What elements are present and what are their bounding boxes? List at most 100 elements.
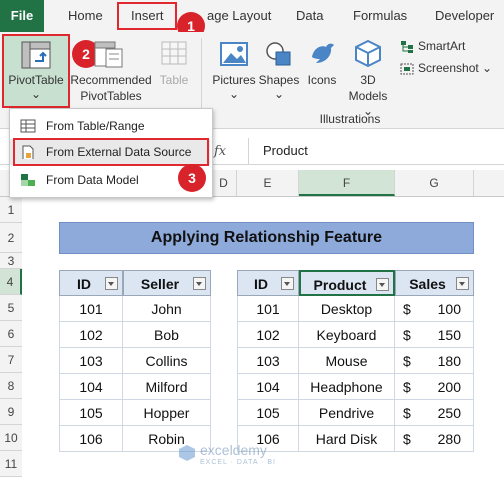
ribbon-tab-bar: File Home Insert 1 age Layout Data Formu… — [0, 0, 504, 40]
tab-file[interactable]: File — [0, 0, 44, 32]
filter-dropdown-icon[interactable] — [376, 278, 389, 291]
cell-value: Collins — [145, 353, 188, 369]
table-cell[interactable]: 102 — [237, 322, 299, 348]
3d-label: 3D — [360, 73, 376, 87]
illustrations-group-label: Illustrations — [319, 112, 381, 126]
table-range-icon — [20, 119, 36, 133]
menu-item-label: From Table/Range — [46, 119, 145, 133]
tab-developer[interactable]: Developer — [435, 0, 494, 32]
table-cell[interactable]: 106 — [59, 426, 123, 452]
filter-dropdown-icon[interactable] — [105, 277, 118, 290]
fx-icon[interactable]: fx — [214, 144, 226, 159]
shapes-button[interactable]: Shapes ⌄ — [256, 35, 302, 107]
column-header-e[interactable]: E — [237, 170, 299, 196]
pictures-button[interactable]: Pictures ⌄ — [208, 35, 260, 107]
table-cell[interactable]: $250 — [395, 400, 474, 426]
row-header-9[interactable]: 9 — [0, 399, 22, 425]
sheet-title: Applying Relationship Feature — [59, 222, 474, 254]
tab-home[interactable]: Home — [68, 0, 103, 32]
filter-dropdown-icon[interactable] — [456, 277, 469, 290]
currency-symbol: $ — [403, 301, 411, 317]
chevron-down-icon: ⌄ — [273, 87, 285, 101]
column-header-f[interactable]: F — [299, 170, 395, 196]
step-badge-3: 3 — [178, 164, 206, 192]
table-cell[interactable]: 101 — [59, 296, 123, 322]
table-cell[interactable]: $180 — [395, 348, 474, 374]
header-label: Seller — [140, 276, 180, 292]
bird-icon — [312, 43, 334, 63]
table-cell[interactable]: Keyboard — [299, 322, 395, 348]
row-header-10[interactable]: 10 — [0, 425, 22, 451]
table-cell[interactable]: Collins — [123, 348, 211, 374]
row-header-6[interactable]: 6 — [0, 321, 22, 347]
table-cell[interactable]: 104 — [237, 374, 299, 400]
table-button[interactable]: Table — [152, 35, 196, 107]
table-header-cell[interactable]: ID — [237, 270, 299, 296]
tab-page-layout[interactable]: age Layout — [207, 0, 271, 32]
table-cell[interactable]: Hopper — [123, 400, 211, 426]
smartart-button[interactable]: SmartArt — [398, 38, 498, 56]
3d-models-button[interactable]: 3D Models ⌄ — [342, 35, 394, 118]
tab-data[interactable]: Data — [296, 0, 323, 32]
recommended-pivottables-button[interactable]: Recommended PivotTables — [70, 35, 152, 107]
tab-formulas[interactable]: Formulas — [353, 0, 407, 32]
table-cell[interactable]: 104 — [59, 374, 123, 400]
row-header-3[interactable]: 3 — [0, 253, 22, 269]
table-cell[interactable]: Headphone — [299, 374, 395, 400]
smartart-label: SmartArt — [418, 39, 466, 53]
row-header-7[interactable]: 7 — [0, 347, 22, 373]
row-header-11[interactable]: 11 — [0, 451, 22, 477]
row-header-1[interactable]: 1 — [0, 197, 22, 223]
cell-value: 250 — [437, 405, 461, 421]
column-header-g[interactable]: G — [395, 170, 474, 196]
table-cell[interactable]: $150 — [395, 322, 474, 348]
table-cell[interactable]: 105 — [59, 400, 123, 426]
filter-dropdown-icon[interactable] — [193, 277, 206, 290]
table-cell[interactable]: Desktop — [299, 296, 395, 322]
currency-symbol: $ — [403, 405, 411, 421]
table-cell[interactable]: 105 — [237, 400, 299, 426]
row-header-2[interactable]: 2 — [0, 223, 22, 253]
table-cell[interactable]: 103 — [59, 348, 123, 374]
column-header-d[interactable]: D — [211, 170, 237, 196]
cell-value: John — [151, 301, 182, 317]
currency-symbol: $ — [403, 379, 411, 395]
table-header-cell[interactable]: ID — [59, 270, 123, 296]
cell-value: 102 — [256, 327, 280, 343]
screenshot-label: Screenshot ⌄ — [418, 61, 493, 75]
table-cell[interactable]: $100 — [395, 296, 474, 322]
pivottable-highlight — [2, 34, 70, 108]
chevron-down-icon: ⌄ — [482, 61, 493, 75]
cell-value: 106 — [79, 431, 103, 447]
row-header-5[interactable]: 5 — [0, 295, 22, 321]
menu-item-from-table-range[interactable]: From Table/Range — [10, 113, 210, 139]
table-cell[interactable]: Mouse — [299, 348, 395, 374]
table-cell[interactable]: $200 — [395, 374, 474, 400]
row-header-4[interactable]: 4 — [0, 269, 22, 295]
table-cell[interactable]: 103 — [237, 348, 299, 374]
cell-value: 180 — [437, 353, 461, 369]
table-header-cell[interactable]: Product — [299, 270, 395, 296]
table-header-cell[interactable]: Sales — [395, 270, 474, 296]
table-cell[interactable]: 102 — [59, 322, 123, 348]
filter-dropdown-icon[interactable] — [281, 277, 294, 290]
shapes-label: Shapes — [258, 73, 300, 87]
watermark: exceldemy EXCEL · DATA · BI — [178, 442, 328, 472]
cube-icon — [355, 39, 381, 67]
picture-icon — [220, 42, 248, 66]
cell-value: Milford — [145, 379, 188, 395]
header-label: Sales — [409, 276, 446, 292]
screenshot-button[interactable]: Screenshot ⌄ — [398, 60, 502, 78]
icons-button[interactable]: Icons — [302, 35, 342, 107]
table-cell[interactable]: Pendrive — [299, 400, 395, 426]
table-cell[interactable]: 101 — [237, 296, 299, 322]
table-cell[interactable]: $280 — [395, 426, 474, 452]
formula-input[interactable]: Product — [248, 138, 504, 164]
pictures-label: Pictures — [212, 73, 256, 87]
table-header-cell[interactable]: Seller — [123, 270, 211, 296]
table-cell[interactable]: Bob — [123, 322, 211, 348]
table-cell[interactable]: Milford — [123, 374, 211, 400]
row-header-8[interactable]: 8 — [0, 373, 22, 399]
table-label: Table — [159, 73, 189, 87]
table-cell[interactable]: John — [123, 296, 211, 322]
